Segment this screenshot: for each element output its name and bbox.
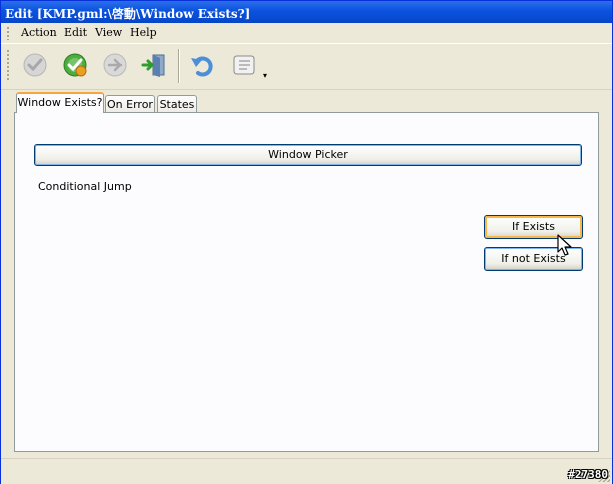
tab-label: Window Exists? xyxy=(17,96,103,109)
tab-strip: Window Exists? On Error States xyxy=(14,91,599,113)
tab-on-error[interactable]: On Error xyxy=(105,95,155,113)
check-icon xyxy=(23,53,47,77)
watermark: #27380 xyxy=(568,468,608,481)
conditional-jump-label: Conditional Jump xyxy=(38,180,132,193)
status-bar xyxy=(1,458,612,484)
check-button[interactable] xyxy=(20,50,50,80)
script-icon xyxy=(233,55,255,75)
menu-bar: Action Edit View Help xyxy=(1,23,612,44)
mouse-pointer-icon xyxy=(557,234,572,256)
window-picker-button[interactable]: Window Picker xyxy=(34,144,582,166)
tab-states[interactable]: States xyxy=(157,95,197,113)
exit-icon xyxy=(141,54,165,77)
title-bar[interactable]: Edit [KMP.gml:\啓動\Window Exists?] xyxy=(1,1,612,23)
toolbar-separator xyxy=(178,49,179,83)
cancel-button[interactable] xyxy=(100,50,130,80)
menu-edit[interactable]: Edit xyxy=(64,26,87,39)
tab-label: On Error xyxy=(107,98,153,111)
apply-button[interactable] xyxy=(60,50,90,80)
script-dropdown-arrow[interactable]: ▾ xyxy=(263,72,267,80)
menu-view[interactable]: View xyxy=(95,26,122,39)
tab-label: States xyxy=(159,98,195,111)
menubar-grip[interactable] xyxy=(7,27,9,40)
toolbar: ▾ xyxy=(1,44,612,90)
undo-button[interactable] xyxy=(188,50,218,80)
undo-icon xyxy=(191,56,213,77)
cancel-icon xyxy=(103,53,127,77)
edit-window: Edit [KMP.gml:\啓動\Window Exists?] Action… xyxy=(0,0,613,484)
menu-action[interactable]: Action xyxy=(21,26,57,39)
toolbar-grip[interactable] xyxy=(7,50,9,82)
exit-button[interactable] xyxy=(139,50,169,80)
tab-window-exists[interactable]: Window Exists? xyxy=(16,92,104,113)
apply-icon xyxy=(63,53,87,77)
window-title: Edit [KMP.gml:\啓動\Window Exists?] xyxy=(5,7,251,21)
script-button[interactable] xyxy=(229,50,259,80)
tab-panel: Window Picker Conditional Jump If Exists… xyxy=(14,112,599,452)
menu-help[interactable]: Help xyxy=(130,26,157,39)
